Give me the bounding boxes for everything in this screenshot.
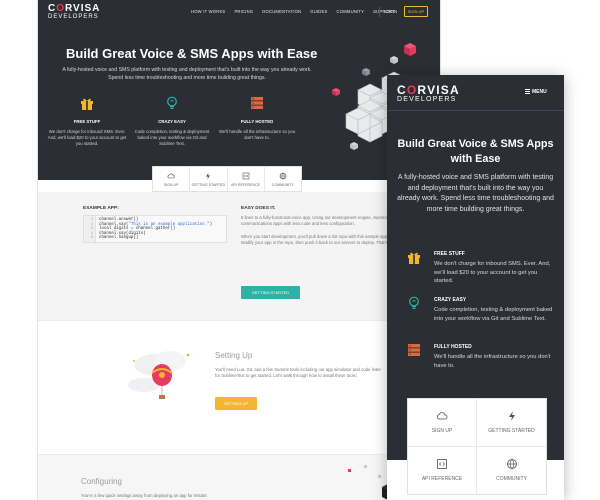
login-link[interactable]: LOGIN	[384, 9, 397, 14]
feature-desc: We'll handle all the infrastructure so y…	[434, 354, 551, 369]
hero-title: Build Great Voice & SMS Apps with Ease	[66, 46, 318, 61]
feature-crazy-easy: CRAZY EASY Code completion, testing & de…	[131, 96, 213, 147]
configuring-heading: Configuring	[81, 477, 122, 486]
feature-free-stuff: FREE STUFF We don't charge for inbound S…	[46, 96, 128, 147]
brand-logo[interactable]: CORVISA DEVELOPERS	[397, 84, 460, 104]
hero-subtitle: A fully-hosted voice and SMS platform wi…	[397, 174, 554, 213]
nav-how-it-works[interactable]: HOW IT WORKS	[191, 9, 225, 14]
server-icon	[408, 344, 420, 356]
code-brackets-icon	[437, 459, 447, 470]
top-nav: CORVISA DEVELOPERS HOW IT WORKS PRICING …	[38, 0, 440, 24]
tab-getting-started[interactable]: GETTING STARTED	[477, 399, 546, 447]
lightbulb-icon	[167, 96, 177, 109]
cloud-icon	[436, 412, 448, 420]
hamburger-icon	[525, 88, 530, 95]
lightning-icon	[206, 172, 211, 179]
configuring-text: You're a few quick settings away from de…	[81, 493, 207, 498]
feature-desc: Code completion, testing & deployment ba…	[134, 129, 210, 146]
setting-up-text: You'll need Lua, Git, and a few Summit t…	[215, 367, 381, 379]
feature-title: FREE STUFF	[434, 251, 465, 257]
quick-links-tabs: SIGN UP GETTING STARTED API REFERENCE CO…	[152, 166, 302, 192]
configuring-section: Configuring You're a few quick settings …	[38, 454, 440, 500]
mobile-quick-links: SIGN UP GETTING STARTED API REFERENCE CO…	[407, 398, 547, 495]
example-label: EXAMPLE APP:	[83, 206, 119, 211]
feature-title: FULLY HOSTED	[240, 119, 274, 124]
feature-desc: We don't charge for inbound SMS. Ever. A…	[434, 261, 551, 284]
nav-divider	[379, 7, 380, 17]
feature-title: FULLY HOSTED	[434, 344, 472, 350]
lightbulb-icon	[409, 296, 419, 309]
tab-sign-up[interactable]: SIGN UP	[153, 167, 191, 191]
feature-desc: Code completion, testing & deployment ba…	[434, 307, 553, 322]
brand-logo[interactable]: CORVISA DEVELOPERS	[48, 4, 100, 21]
nav-menu: HOW IT WORKS PRICING DOCUMENTATION GUIDE…	[191, 9, 404, 14]
mockup-canvas: CORVISA DEVELOPERS HOW IT WORKS PRICING …	[0, 0, 600, 500]
mobile-view: CORVISA DEVELOPERS MENU Build Great Voic…	[387, 75, 564, 500]
tab-label: GETTING STARTED	[488, 428, 535, 435]
tab-label: SIGN UP	[431, 428, 453, 435]
hero-subtitle: A fully-hosted voice and SMS platform wi…	[62, 67, 312, 81]
menu-label: MENU	[532, 88, 547, 95]
globe-icon	[279, 172, 287, 179]
tab-label: COMMUNITY	[496, 476, 527, 483]
tab-sign-up[interactable]: SIGN UP	[408, 399, 477, 447]
setting-up-button[interactable]: SETTING UP	[215, 397, 257, 410]
tab-community[interactable]: COMMUNITY	[477, 447, 546, 495]
tab-label: GETTING STARTED	[191, 182, 226, 187]
nav-documentation[interactable]: DOCUMENTATION	[262, 9, 301, 14]
tab-label: API REFERENCE	[421, 476, 463, 483]
cloud-balloon-illustration	[128, 351, 190, 399]
header-divider	[387, 110, 564, 111]
hero-title: Build Great Voice & SMS Apps with Ease	[397, 138, 554, 165]
lightning-icon	[508, 411, 515, 422]
feature-title: CRAZY EASY	[158, 119, 186, 124]
code-brackets-icon	[242, 172, 249, 179]
easy-heading: EASY DOES IT.	[241, 206, 276, 211]
globe-icon	[506, 459, 517, 470]
gift-icon	[81, 98, 93, 110]
desktop-view: CORVISA DEVELOPERS HOW IT WORKS PRICING …	[38, 0, 440, 500]
cloud-icon	[167, 172, 175, 178]
nav-pricing[interactable]: PRICING	[234, 9, 253, 14]
tab-label: API REFERENCE	[231, 182, 261, 187]
feature-title: FREE STUFF	[73, 119, 101, 124]
hero-section: CORVISA DEVELOPERS HOW IT WORKS PRICING …	[38, 0, 440, 180]
feature-title: CRAZY EASY	[434, 297, 467, 303]
code-line: channel.hangup()	[99, 236, 139, 240]
code-block[interactable]: 1 2 3 4 5 channel.answer() channel.say("…	[83, 215, 227, 243]
nav-guides[interactable]: GUIDES	[310, 9, 327, 14]
line-number-gutter: 1 2 3 4 5	[84, 216, 96, 242]
example-app-section: EXAMPLE APP: 1 2 3 4 5 channel.answer() …	[38, 192, 440, 320]
feature-desc: We don't charge for inbound SMS. Ever. A…	[47, 129, 127, 146]
tab-community[interactable]: COMMUNITY	[265, 167, 301, 191]
setting-up-heading: Setting Up	[215, 351, 253, 360]
menu-button[interactable]: MENU	[525, 88, 547, 95]
getting-started-button[interactable]: GETTING STARTED	[241, 286, 300, 299]
nav-community[interactable]: COMMUNITY	[337, 9, 365, 14]
setting-up-section: Setting Up You'll need Lua, Git, and a f…	[38, 320, 440, 454]
tab-label: COMMUNITY	[271, 182, 294, 187]
tab-api-reference[interactable]: API REFERENCE	[228, 167, 265, 191]
server-icon	[251, 97, 263, 109]
feature-fully-hosted: FULLY HOSTED We'll handle all the infras…	[216, 96, 298, 141]
feature-desc: We'll handle all the infrastructure so y…	[219, 129, 295, 140]
code-lines: channel.answer() channel.say("This is an…	[96, 216, 212, 242]
signup-button[interactable]: SIGN UP	[404, 6, 428, 17]
tab-getting-started[interactable]: GETTING STARTED	[190, 167, 228, 191]
gift-icon	[408, 252, 420, 264]
tab-label: SIGN UP	[163, 182, 179, 187]
tab-api-reference[interactable]: API REFERENCE	[408, 446, 477, 494]
